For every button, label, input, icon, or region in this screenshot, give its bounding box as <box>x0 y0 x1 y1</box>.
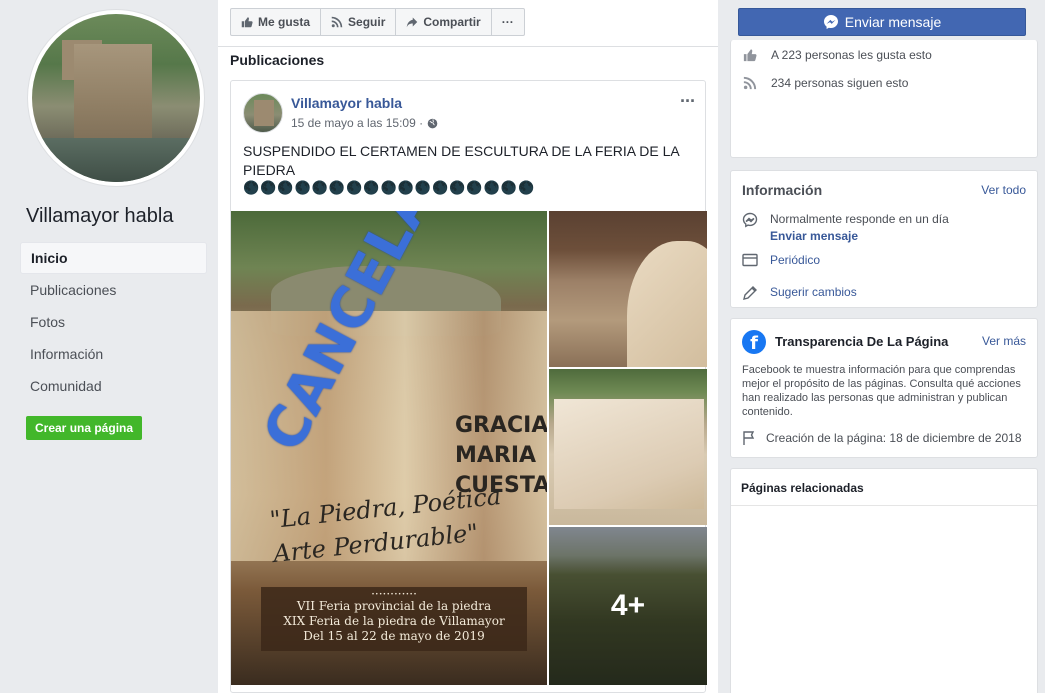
flag-icon <box>743 431 755 445</box>
poster-footer: ············ VII Feria provincial de la … <box>261 587 527 651</box>
transparency-card: f Transparencia De La Página Ver más Fac… <box>730 318 1038 458</box>
divider <box>218 46 718 47</box>
post-main-photo[interactable]: GRACIAS MARIA CUESTA "La Piedra, Poética… <box>231 211 547 685</box>
rss-icon <box>743 76 757 90</box>
thumbs-up-icon <box>241 17 253 28</box>
post-card: Villamayor habla 15 de mayo a las 15:09 … <box>230 80 707 693</box>
see-more-link[interactable]: Ver más <box>982 334 1026 348</box>
nav-item-publicaciones[interactable]: Publicaciones <box>20 274 207 306</box>
divider <box>731 505 1037 506</box>
left-column: Villamayor habla Inicio Publicaciones Fo… <box>0 0 218 693</box>
info-card-title: Información <box>742 182 823 198</box>
newspaper-icon <box>742 253 758 267</box>
post-text: SUSPENDIDO EL CERTAMEN DE ESCULTURA DE L… <box>243 143 679 178</box>
nav-item-inicio[interactable]: Inicio <box>20 242 207 274</box>
globe-icon <box>427 118 438 128</box>
nav-item-informacion[interactable]: Información <box>20 338 207 370</box>
post-options-button[interactable]: ··· <box>680 91 696 112</box>
like-label: Me gusta <box>258 15 311 29</box>
response-time-text: Normalmente responde en un día <box>770 212 949 226</box>
post-author-avatar[interactable] <box>243 93 283 133</box>
suggest-edits-link[interactable]: Sugerir cambios <box>770 285 857 301</box>
more-dots-icon: ··· <box>501 15 514 29</box>
more-photos-count: 4+ <box>610 589 646 622</box>
poster-footer-line3: Del 15 al 22 de mayo de 2019 <box>303 629 485 643</box>
send-message-button[interactable]: Enviar mensaje <box>738 8 1026 36</box>
post-emoji-row: 🌑🌑🌑🌑🌑🌑🌑🌑🌑🌑🌑🌑🌑🌑🌑🌑🌑 <box>243 180 536 195</box>
transparency-description: Facebook te muestra información para que… <box>742 364 1021 418</box>
thumbs-up-icon <box>743 49 757 62</box>
share-page-button[interactable]: Compartir <box>396 9 492 35</box>
likes-count-text: A 223 personas les gusta esto <box>771 48 932 62</box>
related-pages-title: Páginas relacionadas <box>741 481 864 495</box>
messenger-outline-icon <box>742 212 758 228</box>
poster-footer-dots: ············ <box>371 587 417 601</box>
page-creation-row: Creación de la página: 18 de diciembre d… <box>742 430 1022 446</box>
see-all-link[interactable]: Ver todo <box>981 183 1026 197</box>
share-arrow-icon <box>407 17 418 28</box>
page-action-bar: Me gusta Seguir Compartir ··· <box>230 8 525 36</box>
page-name[interactable]: Villamayor habla <box>26 205 174 228</box>
more-actions-button[interactable]: ··· <box>492 9 524 35</box>
nav-item-comunidad[interactable]: Comunidad <box>20 370 207 402</box>
post-photo-thumbnail[interactable] <box>549 211 707 367</box>
create-page-button[interactable]: Crear una página <box>26 416 143 440</box>
category-row: Periódico <box>742 253 820 267</box>
pencil-icon <box>743 286 757 300</box>
main-column: Me gusta Seguir Compartir ··· Publicacio… <box>218 0 718 693</box>
follows-stat: 234 personas siguen esto <box>743 76 908 90</box>
info-send-message-link[interactable]: Enviar mensaje <box>770 229 949 243</box>
posts-section-title: Publicaciones <box>230 52 325 68</box>
like-page-button[interactable]: Me gusta <box>231 9 322 35</box>
category-link[interactable]: Periódico <box>770 253 820 267</box>
post-photo-thumbnail-more[interactable]: 4+ <box>549 527 707 685</box>
facebook-logo-icon: f <box>742 330 766 354</box>
follow-label: Seguir <box>348 15 386 29</box>
poster-footer-line2: XIX Feria de la piedra de Villamayor <box>283 614 505 628</box>
post-time-text: 15 de mayo a las 15:09 · <box>291 116 424 130</box>
page-stats-card: A 223 personas les gusta esto 234 person… <box>730 40 1038 158</box>
likes-stat: A 223 personas les gusta esto <box>743 48 932 62</box>
follows-count-text: 234 personas siguen esto <box>771 76 909 90</box>
rss-icon <box>331 16 343 28</box>
share-label: Compartir <box>423 15 481 29</box>
post-photo-thumbnail[interactable] <box>549 369 707 525</box>
page-creation-date: Creación de la página: 18 de diciembre d… <box>766 431 1022 445</box>
info-card: Información Ver todo Normalmente respond… <box>730 170 1038 308</box>
messenger-icon <box>823 15 838 29</box>
post-author-name[interactable]: Villamayor habla <box>291 95 402 111</box>
suggest-edits-row: Sugerir cambios <box>742 285 857 301</box>
response-time-row: Normalmente responde en un día Enviar me… <box>742 212 949 243</box>
transparency-title: Transparencia De La Página <box>775 334 949 349</box>
nav-item-fotos[interactable]: Fotos <box>20 306 207 338</box>
follow-page-button[interactable]: Seguir <box>321 9 397 35</box>
related-pages-card: Páginas relacionadas <box>730 468 1038 693</box>
page-nav: Inicio Publicaciones Fotos Información C… <box>20 242 207 402</box>
profile-photo-tower <box>32 14 200 182</box>
send-message-label: Enviar mensaje <box>844 14 942 30</box>
poster-footer-line1: VII Feria provincial de la piedra <box>296 599 492 613</box>
post-timestamp[interactable]: 15 de mayo a las 15:09 · <box>291 116 438 130</box>
page-profile-picture[interactable] <box>28 10 204 186</box>
